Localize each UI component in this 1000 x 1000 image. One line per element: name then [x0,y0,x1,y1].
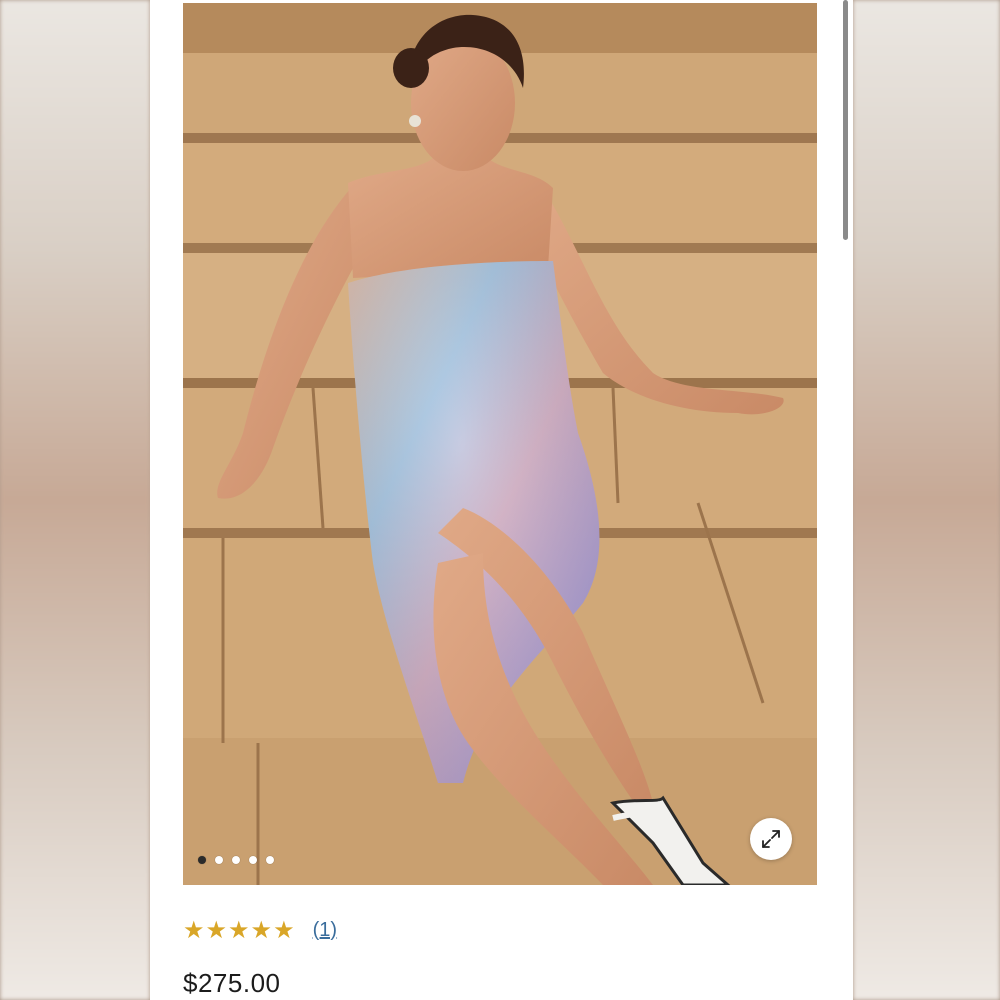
star-icon: ★ [205,916,228,944]
expand-arrows-icon [762,830,780,848]
product-price: $275.00 [183,968,281,998]
review-count-link[interactable]: (1) [313,919,337,942]
scrollbar[interactable] [843,0,848,240]
blurred-backdrop-right [853,0,1000,1000]
blurred-backdrop-left [0,0,150,1000]
star-icon: ★ [250,916,273,944]
carousel-dot[interactable] [198,856,206,864]
star-icon: ★ [228,916,250,944]
rating-row: ★ ★ ★ ★ ★ (1) [183,914,337,946]
star-rating: ★ ★ ★ ★ ★ [183,918,295,942]
product-image[interactable] [183,3,817,885]
carousel-dot[interactable] [232,856,240,864]
product-photo [183,3,817,885]
carousel-dot[interactable] [215,856,223,864]
image-carousel-dots [198,855,274,865]
carousel-dot[interactable] [249,856,257,864]
carousel-dot[interactable] [266,856,274,864]
star-icon: ★ [183,916,205,944]
star-icon: ★ [273,916,295,944]
expand-image-button[interactable] [750,818,792,860]
